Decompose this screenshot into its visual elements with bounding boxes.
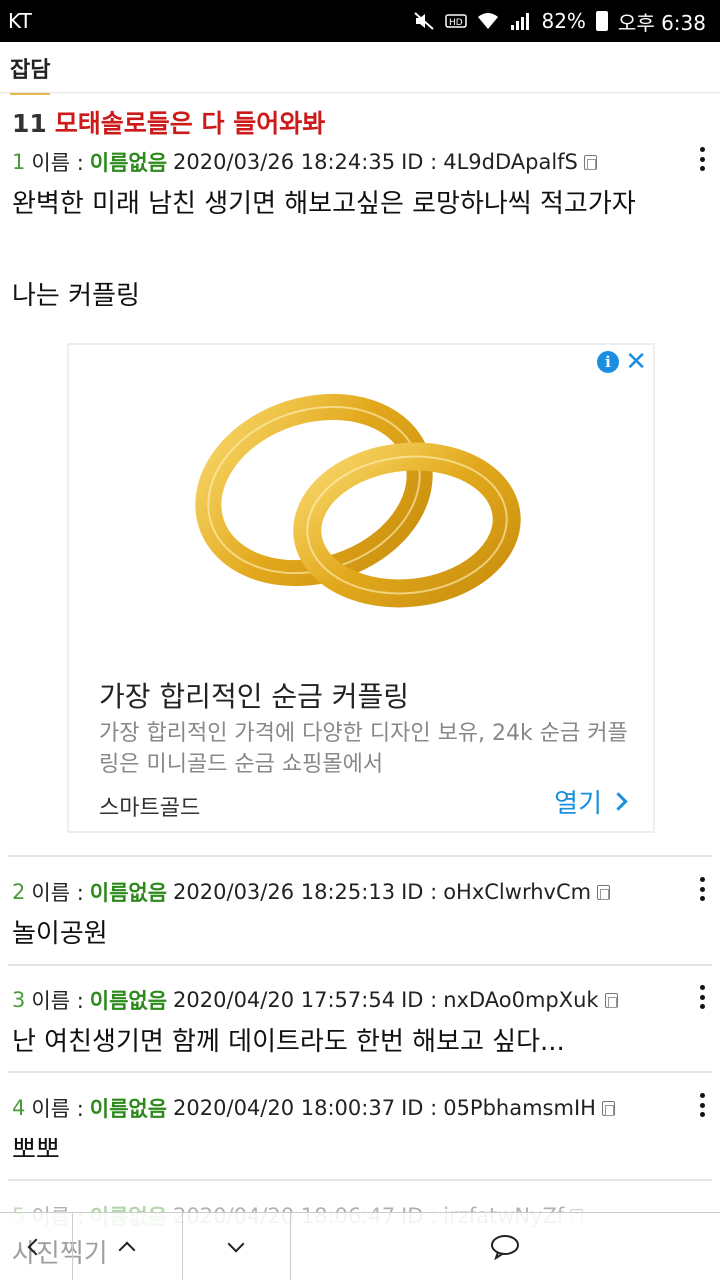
poster-name: 이름없음 [89, 1097, 168, 1121]
scroll-up-button[interactable] [72, 1213, 182, 1280]
hd-icon: HD [445, 14, 468, 28]
back-button[interactable] [0, 1213, 72, 1280]
post-date: 2020/04/20 18:00:37 [173, 1096, 396, 1120]
ad-description: 가장 합리적인 가격에 다양한 디자인 보유, 24k 순금 커플링은 미니골드… [99, 721, 628, 777]
poster-name: 이름없음 [89, 151, 168, 175]
battery-icon [595, 11, 608, 31]
post-body: 뽀뽀 [12, 1135, 60, 1165]
more-options-icon[interactable] [696, 877, 708, 901]
copy-icon[interactable] [601, 1100, 615, 1116]
ad-open-label: 열기 [554, 789, 602, 819]
comment-icon [491, 1235, 519, 1260]
status-icons: HD 82% 오후 6:38 [413, 7, 706, 36]
id-label: ID : [401, 880, 438, 904]
divider [8, 964, 712, 966]
post: 2 이름 : 이름없음 2020/03/26 18:25:13 ID : oHx… [0, 877, 720, 957]
more-options-icon[interactable] [696, 147, 708, 171]
ad-brand: 스마트골드 [99, 796, 201, 821]
name-label: 이름 : [31, 151, 84, 175]
post-body: 놀이공원 [12, 919, 108, 949]
post: 3 이름 : 이름없음 2020/04/20 17:57:54 ID : nxD… [0, 985, 720, 1065]
thread-number: 11 [12, 109, 47, 138]
divider [0, 92, 720, 93]
poster-name: 이름없음 [89, 881, 168, 905]
post-date: 2020/03/26 18:25:13 [173, 880, 396, 904]
poster-id: oHxClwrhvCm [443, 880, 592, 904]
id-label: ID : [401, 988, 438, 1012]
poster-id: nxDAo0mpXuk [443, 988, 599, 1012]
poster-id: 05PbhamsmIH [443, 1096, 596, 1120]
id-label: ID : [401, 150, 438, 174]
ad-banner[interactable]: i ✕ 가장 합리적인 순금 커플링 가장 합리적인 가격에 다양한 디자인 보… [67, 343, 655, 833]
comment-button[interactable] [290, 1213, 720, 1280]
divider [8, 855, 712, 857]
post-number[interactable]: 1 [12, 150, 25, 174]
post-body: 난 여친생기면 함께 데이트라도 한번 해보고 싶다... [12, 1027, 565, 1057]
signal-icon [511, 13, 530, 30]
battery-percent: 82% [541, 9, 586, 33]
more-options-icon[interactable] [696, 1093, 708, 1117]
wifi-icon [478, 13, 499, 29]
name-label: 이름 : [31, 881, 84, 905]
thread-title: 11 모태솔로들은 다 들어와봐 [12, 104, 325, 140]
poster-id: 4L9dDApalfS [443, 150, 578, 174]
mute-icon [414, 12, 435, 30]
copy-icon[interactable] [597, 884, 611, 900]
post-body: 나는 커플링 [12, 281, 140, 311]
post-date: 2020/03/26 18:24:35 [173, 150, 396, 174]
post-number[interactable]: 2 [12, 880, 25, 904]
post-body: 완벽한 미래 남친 생기면 해보고싶은 로망하나씩 적고가자 [12, 189, 636, 219]
copy-icon[interactable] [583, 154, 597, 170]
clock: 오후 6:38 [617, 10, 706, 35]
post-meta: 4 이름 : 이름없음 2020/04/20 18:00:37 ID : 05P… [12, 1093, 615, 1123]
copy-icon[interactable] [604, 992, 618, 1008]
scroll-down-button[interactable] [182, 1213, 290, 1280]
thread-title-text: 모태솔로들은 다 들어와봐 [54, 109, 326, 138]
post-date: 2020/04/20 17:57:54 [173, 988, 396, 1012]
chevron-down-icon [227, 1235, 245, 1253]
post-number[interactable]: 4 [12, 1096, 25, 1120]
post-meta: 1 이름 : 이름없음 2020/03/26 18:24:35 ID : 4L9… [12, 147, 597, 177]
chevron-up-icon [118, 1241, 136, 1259]
board-tab[interactable]: 잡담 [10, 52, 51, 95]
poster-name: 이름없음 [89, 989, 168, 1013]
ad-card[interactable]: 가장 합리적인 순금 커플링 가장 합리적인 가격에 다양한 디자인 보유, 2… [69, 650, 655, 833]
ad-close-icon[interactable]: ✕ [625, 347, 647, 377]
post: 1 이름 : 이름없음 2020/03/26 18:24:35 ID : 4L9… [0, 147, 720, 337]
svg-text:HD: HD [449, 18, 463, 28]
ad-headline[interactable]: 가장 합리적인 순금 커플링 [99, 675, 409, 715]
divider [8, 1071, 712, 1073]
name-label: 이름 : [31, 989, 84, 1013]
status-bar: KT HD 82% 오후 6:38 [0, 0, 720, 42]
chevron-left-icon [27, 1238, 45, 1256]
bottom-toolbar: 사진찍기 [0, 1212, 720, 1280]
post-meta: 3 이름 : 이름없음 2020/04/20 17:57:54 ID : nxD… [12, 985, 618, 1015]
ad-open-button[interactable]: 열기 [554, 783, 628, 820]
chevron-right-icon [609, 792, 628, 811]
post-number[interactable]: 3 [12, 988, 25, 1012]
id-label: ID : [401, 1096, 438, 1120]
more-options-icon[interactable] [696, 985, 708, 1009]
post: 4 이름 : 이름없음 2020/04/20 18:00:37 ID : 05P… [0, 1093, 720, 1173]
divider [8, 1179, 712, 1181]
name-label: 이름 : [31, 1097, 84, 1121]
carrier-label: KT [8, 9, 32, 33]
ad-rings-image[interactable] [189, 385, 529, 625]
post-meta: 2 이름 : 이름없음 2020/03/26 18:25:13 ID : oHx… [12, 877, 611, 907]
ad-info-icon[interactable]: i [597, 351, 619, 373]
